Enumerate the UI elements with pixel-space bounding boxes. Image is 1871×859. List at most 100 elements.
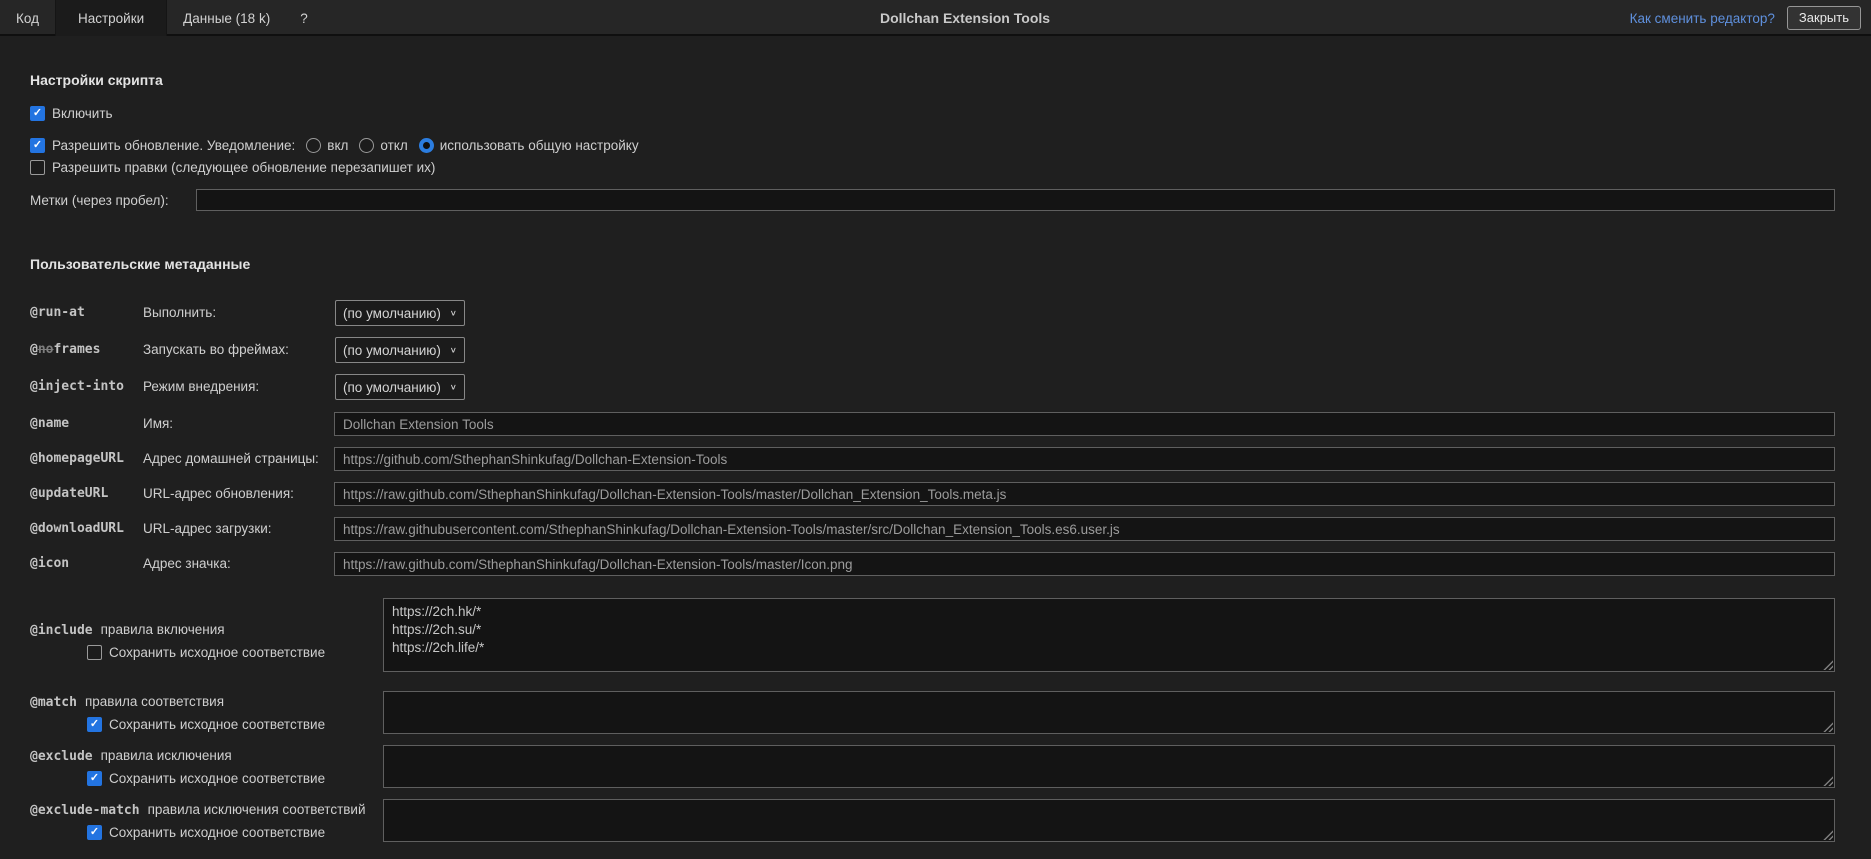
match-label-row: @match правила соответствия xyxy=(30,694,224,710)
exclude-label-row: @exclude правила исключения xyxy=(30,748,232,764)
notify-on-radio[interactable] xyxy=(306,138,322,153)
exclude-tag: @exclude xyxy=(30,749,93,764)
match-textarea-wrap xyxy=(383,691,1835,734)
notify-off-label: откл xyxy=(380,138,408,153)
check-icon: ✓ xyxy=(32,139,43,151)
download-url-row: @downloadURL URL-адрес загрузки: xyxy=(0,517,1871,541)
tab-code[interactable]: Код xyxy=(0,0,55,36)
download-url-input[interactable] xyxy=(334,517,1835,541)
exclude-textarea-wrap xyxy=(383,745,1835,788)
top-bar-right: Как сменить редактор? Закрыть xyxy=(1630,0,1861,36)
editor-tabs: Код Настройки Данные (18 k) ? xyxy=(0,0,322,36)
homepage-row: @homepageURL Адрес домашней страницы: xyxy=(0,447,1871,471)
match-label: правила соответствия xyxy=(84,694,225,709)
notify-option-on: вкл xyxy=(306,138,348,153)
tab-settings[interactable]: Настройки xyxy=(54,0,168,36)
inject-into-row: @inject-into Режим внедрения: (по умолча… xyxy=(0,374,1871,400)
enable-script-row: ✓ Включить xyxy=(30,105,113,122)
include-label-row: @include правила включения xyxy=(30,622,225,638)
name-input[interactable] xyxy=(334,412,1835,436)
page-title: Dollchan Extension Tools xyxy=(879,10,1051,26)
allow-update-row: ✓ Разрешить обновление. Уведомление: вкл… xyxy=(30,137,639,154)
close-button[interactable]: Закрыть xyxy=(1786,6,1861,30)
notify-global-label: использовать общую настройку xyxy=(439,138,639,153)
check-icon: ✓ xyxy=(89,772,100,784)
include-label: правила включения xyxy=(100,622,225,637)
run-at-select[interactable]: (по умолчанию) ∨ xyxy=(335,300,465,326)
icon-url-tag: @icon xyxy=(30,556,70,571)
script-settings-heading: Настройки скрипта xyxy=(30,72,163,88)
run-at-select-value: (по умолчанию) xyxy=(343,305,441,321)
enable-script-checkbox[interactable]: ✓ xyxy=(30,106,45,121)
notify-global-radio[interactable] xyxy=(418,138,434,153)
notify-option-global: использовать общую настройку xyxy=(418,138,639,153)
match-keep-checkbox[interactable]: ✓ xyxy=(87,717,102,732)
exclude-match-label: правила исключения соответствий xyxy=(147,802,366,817)
chevron-down-icon: ∨ xyxy=(449,382,457,392)
tags-input[interactable] xyxy=(196,189,1835,211)
include-keep-row: Сохранить исходное соответствие xyxy=(87,644,325,661)
match-rules-textarea[interactable] xyxy=(383,691,1835,734)
include-rules-textarea[interactable]: https://2ch.hk/* https://2ch.su/* https:… xyxy=(383,598,1835,672)
match-tag: @match xyxy=(30,695,77,710)
match-keep-row: ✓ Сохранить исходное соответствие xyxy=(87,716,325,733)
update-url-input[interactable] xyxy=(334,482,1835,506)
update-url-label: URL-адрес обновления: xyxy=(143,486,294,501)
check-icon: ✓ xyxy=(32,107,43,119)
exclude-match-keep-row: ✓ Сохранить исходное соответствие xyxy=(87,824,325,841)
check-icon: ✓ xyxy=(89,826,100,838)
noframes-row: @noframes Запускать во фреймах: (по умол… xyxy=(0,337,1871,363)
include-keep-checkbox[interactable] xyxy=(87,645,102,660)
homepage-label: Адрес домашней страницы: xyxy=(143,451,319,466)
name-tag: @name xyxy=(30,416,70,431)
allow-update-checkbox[interactable]: ✓ xyxy=(30,138,45,153)
noframes-label: Запускать во фреймах: xyxy=(143,342,289,357)
notify-off-radio[interactable] xyxy=(359,138,375,153)
exclude-match-rules-textarea[interactable] xyxy=(383,799,1835,842)
tab-help[interactable]: ? xyxy=(286,0,322,36)
download-url-label: URL-адрес загрузки: xyxy=(143,521,272,536)
allow-update-label: Разрешить обновление. Уведомление: xyxy=(52,138,296,153)
allow-edits-checkbox[interactable] xyxy=(30,160,45,175)
exclude-match-textarea-wrap xyxy=(383,799,1835,842)
include-tag: @include xyxy=(30,623,93,638)
chevron-down-icon: ∨ xyxy=(449,308,457,318)
homepage-url-input[interactable] xyxy=(334,447,1835,471)
violentmonkey-editor-page: Код Настройки Данные (18 k) ? Dollchan E… xyxy=(0,0,1871,859)
noframes-tag: @noframes xyxy=(30,342,101,357)
top-bar: Код Настройки Данные (18 k) ? Dollchan E… xyxy=(0,0,1871,36)
exclude-match-tag: @exclude-match xyxy=(30,803,140,818)
run-at-label: Выполнить: xyxy=(143,305,217,320)
enable-script-label: Включить xyxy=(52,106,113,121)
include-textarea-wrap: https://2ch.hk/* https://2ch.su/* https:… xyxy=(383,598,1835,672)
exclude-match-keep-label: Сохранить исходное соответствие xyxy=(109,825,326,840)
icon-url-input[interactable] xyxy=(334,552,1835,576)
metadata-heading: Пользовательские метаданные xyxy=(30,256,251,272)
inject-into-tag: @inject-into xyxy=(30,379,124,394)
exclude-match-keep-checkbox[interactable]: ✓ xyxy=(87,825,102,840)
noframes-select-value: (по умолчанию) xyxy=(343,342,441,358)
tags-label: Метки (через пробел): xyxy=(30,193,169,208)
change-editor-link[interactable]: Как сменить редактор? xyxy=(1630,11,1775,26)
notify-on-label: вкл xyxy=(327,138,349,153)
allow-edits-label: Разрешить правки (следующее обновление п… xyxy=(52,160,436,175)
exclude-keep-row: ✓ Сохранить исходное соответствие xyxy=(87,770,325,787)
exclude-rules-textarea[interactable] xyxy=(383,745,1835,788)
noframes-select[interactable]: (по умолчанию) ∨ xyxy=(335,337,465,363)
inject-into-select[interactable]: (по умолчанию) ∨ xyxy=(335,374,465,400)
check-icon: ✓ xyxy=(89,718,100,730)
name-label: Имя: xyxy=(143,416,174,431)
inject-into-select-value: (по умолчанию) xyxy=(343,379,441,395)
exclude-match-label-row: @exclude-match правила исключения соотве… xyxy=(30,802,366,818)
include-keep-label: Сохранить исходное соответствие xyxy=(109,645,326,660)
run-at-row: @run-at Выполнить: (по умолчанию) ∨ xyxy=(0,300,1871,326)
tab-values[interactable]: Данные (18 k) xyxy=(167,0,286,36)
allow-edits-row: Разрешить правки (следующее обновление п… xyxy=(30,159,435,176)
match-keep-label: Сохранить исходное соответствие xyxy=(109,717,326,732)
exclude-keep-checkbox[interactable]: ✓ xyxy=(87,771,102,786)
homepage-tag: @homepageURL xyxy=(30,451,124,466)
run-at-tag: @run-at xyxy=(30,305,85,320)
chevron-down-icon: ∨ xyxy=(449,345,457,355)
exclude-label: правила исключения xyxy=(100,748,232,763)
exclude-keep-label: Сохранить исходное соответствие xyxy=(109,771,326,786)
